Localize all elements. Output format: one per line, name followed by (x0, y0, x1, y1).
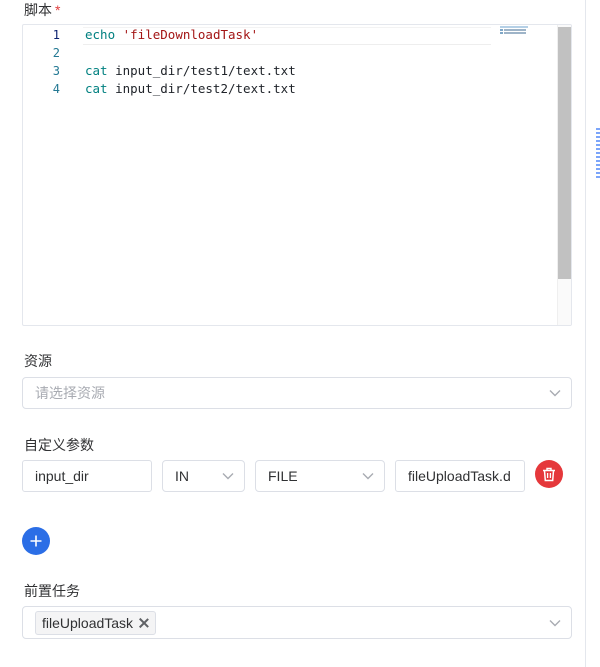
code-text: cat input_dir/test2/text.txt (85, 80, 296, 98)
code-keyword: cat (85, 81, 108, 96)
editor-line[interactable]: 1 echo 'fileDownloadTask' (23, 26, 571, 44)
param-prop-input[interactable]: input_dir (22, 460, 152, 492)
pre-task-tag: fileUploadTask (35, 611, 157, 635)
line-number: 4 (52, 82, 60, 96)
scroll-indicator (596, 128, 600, 178)
delete-param-button[interactable] (535, 460, 563, 488)
editor-line[interactable]: 2 (23, 44, 571, 62)
param-direct-value: IN (175, 468, 189, 484)
script-label: 脚本 * (24, 0, 60, 20)
plus-icon (30, 535, 42, 547)
editor-line[interactable]: 4 cat input_dir/test2/text.txt (23, 80, 571, 98)
resources-placeholder: 请选择资源 (35, 385, 105, 401)
script-label-text: 脚本 (24, 2, 52, 18)
code-text: echo 'fileDownloadTask' (85, 26, 258, 44)
chevron-down-icon (362, 473, 374, 480)
param-value-text: fileUploadTask.d (408, 468, 511, 484)
param-prop-value: input_dir (35, 468, 89, 484)
custom-params-label: 自定义参数 (24, 437, 94, 453)
code-text: cat input_dir/test1/text.txt (85, 62, 296, 80)
line-number: 2 (52, 46, 60, 60)
pre-task-tag-label: fileUploadTask (42, 615, 134, 631)
resources-select[interactable]: 请选择资源 (22, 377, 572, 409)
chevron-down-icon (222, 473, 234, 480)
resources-label: 资源 (24, 353, 52, 369)
code-rest: input_dir/test1/text.txt (107, 63, 296, 78)
editor-scrollbar-thumb[interactable] (558, 27, 571, 279)
line-number: 3 (52, 64, 60, 78)
code-string: 'fileDownloadTask' (115, 27, 259, 42)
add-param-button[interactable] (22, 527, 50, 555)
line-number: 1 (52, 28, 60, 42)
code-rest: input_dir/test2/text.txt (107, 81, 296, 96)
trash-icon (543, 467, 555, 481)
code-keyword: echo (85, 27, 116, 42)
required-mark: * (55, 2, 61, 18)
editor-minimap[interactable] (500, 25, 556, 39)
pre-tasks-label: 前置任务 (24, 583, 80, 599)
param-type-value: FILE (268, 468, 298, 484)
param-value-input[interactable]: fileUploadTask.d (395, 460, 525, 492)
editor-line[interactable]: 3 cat input_dir/test1/text.txt (23, 62, 571, 80)
param-type-select[interactable]: FILE (255, 460, 385, 492)
chevron-down-icon (549, 390, 561, 397)
chevron-down-icon (549, 620, 561, 627)
param-direct-select[interactable]: IN (162, 460, 245, 492)
script-editor[interactable]: 1 echo 'fileDownloadTask' 2 3 cat input_… (22, 24, 572, 326)
close-icon[interactable] (139, 618, 149, 628)
code-keyword: cat (85, 63, 108, 78)
panel-edge (585, 0, 586, 667)
